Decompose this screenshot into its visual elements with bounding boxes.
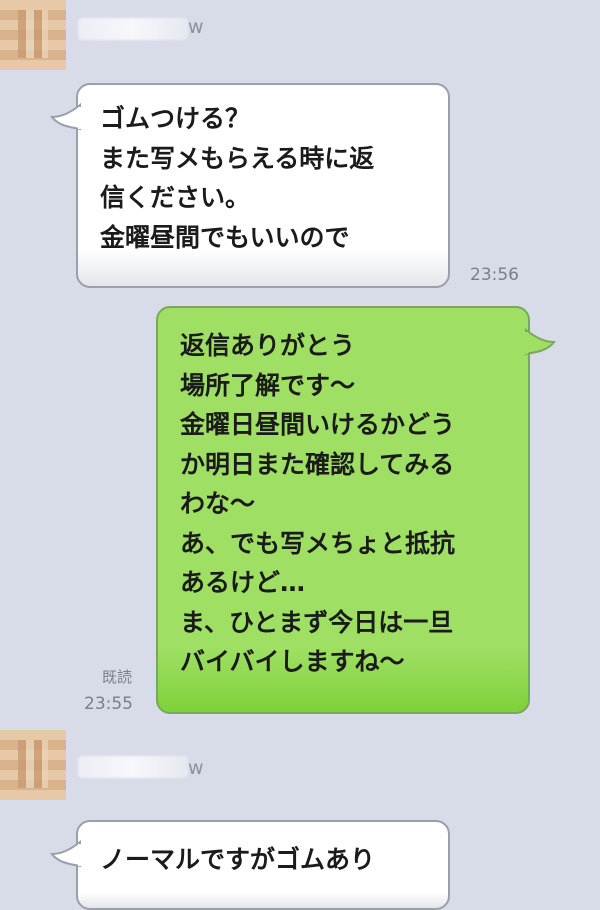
sender-name-suffix: w bbox=[188, 757, 204, 779]
bubble-tail-icon bbox=[50, 103, 82, 131]
bubble-tail-icon bbox=[524, 328, 556, 356]
message-line: 金曜昼間でもいいので bbox=[100, 222, 350, 252]
message-line: わな〜 bbox=[180, 489, 256, 518]
read-receipt: 既読 bbox=[102, 668, 133, 686]
message-line: か明日また確認してみる bbox=[180, 449, 455, 479]
message-line: バイバイしますね〜 bbox=[180, 647, 405, 676]
sender-name-suffix: w bbox=[188, 16, 204, 38]
sender-name bbox=[78, 18, 188, 40]
bubble-tail-icon bbox=[50, 840, 82, 868]
sender-avatar[interactable] bbox=[0, 730, 66, 800]
message-line: ま、ひとまず今日は一旦 bbox=[180, 607, 454, 637]
message-timestamp: 23:55 bbox=[84, 694, 133, 714]
message-line: ゴムつける？ bbox=[100, 104, 251, 133]
message-line: ノーマルですがゴムあり bbox=[100, 845, 376, 874]
message-line: また写メもらえる時に返 bbox=[100, 143, 375, 173]
message-timestamp: 23:56 bbox=[470, 265, 519, 285]
message-line: 返信ありがとう bbox=[180, 331, 356, 360]
message-line: 金曜日昼間いけるかどう bbox=[180, 410, 456, 439]
sender-avatar[interactable] bbox=[0, 0, 66, 70]
incoming-message-bubble[interactable]: ゴムつける？ また写メもらえる時に返 信ください。 金曜昼間でもいいので bbox=[50, 83, 450, 288]
sender-name bbox=[78, 756, 188, 778]
message-line: 信ください。 bbox=[100, 183, 251, 212]
message-line: あるけど… bbox=[180, 568, 306, 597]
incoming-message-bubble[interactable]: ノーマルですがゴムあり bbox=[50, 820, 450, 910]
outgoing-message-bubble[interactable]: 返信ありがとう 場所了解です〜 金曜日昼間いけるかどう か明日また確認してみる … bbox=[156, 306, 556, 714]
message-line: あ、でも写メちょと抵抗 bbox=[180, 528, 456, 558]
message-line: 場所了解です〜 bbox=[180, 370, 356, 400]
